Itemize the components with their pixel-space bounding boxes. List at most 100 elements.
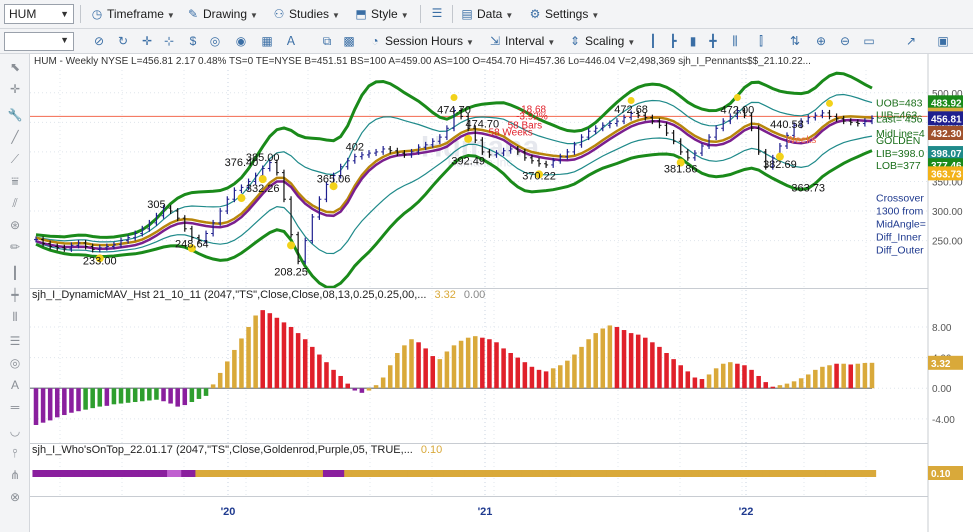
histogram-y-tick-label: 0.00 [932, 384, 952, 395]
strip-segment [457, 470, 466, 477]
x-tick-label: '22 [739, 506, 754, 518]
histogram-bar [784, 383, 790, 389]
histogram-pane-header: sjh_I_DynamicMAV_Hst 21_10_11 (2047,"TS"… [32, 289, 485, 301]
strip-segment [89, 470, 97, 477]
price-label: 392.49 [451, 155, 485, 167]
strip-segment [223, 470, 232, 477]
histogram-bar [600, 328, 606, 389]
price-label: 208.25 [274, 266, 308, 278]
strip-segment [641, 470, 650, 477]
histogram-bar [97, 388, 103, 407]
histogram-bar [508, 353, 513, 389]
histogram-bar [210, 384, 216, 389]
strip-segment [82, 470, 90, 477]
price-label: 472.68 [614, 104, 648, 116]
band-label: GOLDEN [876, 135, 920, 147]
strip-pane [32, 470, 877, 477]
strip-segment [60, 470, 69, 477]
chart-canvas[interactable]: HumanaHumana Inc '20'21'22250.00300.0035… [0, 0, 973, 532]
strip-segment [379, 470, 388, 477]
strip-segment [620, 470, 629, 477]
histogram-bar [805, 374, 811, 389]
histogram-bar [260, 310, 265, 389]
histogram-y-tick-label: -4.00 [932, 415, 955, 426]
histogram-bar [147, 388, 152, 401]
histogram-bar [104, 388, 110, 406]
histogram-bar [763, 382, 768, 389]
strip-segment [507, 470, 515, 477]
price-label: 332.26 [246, 183, 280, 195]
price-pane-header: HUM - Weekly NYSE L=456.81 2.17 0.48% TS… [34, 56, 811, 67]
histogram-bar [813, 369, 818, 389]
strip-segment [592, 470, 600, 477]
histogram-bar [203, 388, 209, 396]
histogram-bar [749, 369, 754, 389]
histogram-bar [586, 339, 591, 389]
strip-segment [266, 470, 274, 477]
histogram-bar [451, 345, 457, 389]
histogram-bar [196, 388, 202, 399]
histogram-bar [310, 346, 315, 389]
band-label: LIB=398.0 [876, 148, 924, 160]
strip-segment [131, 470, 140, 477]
price-label: 381.86 [664, 164, 698, 176]
strip-segment [436, 470, 444, 477]
histogram-bar [54, 388, 60, 418]
histogram-bar [239, 338, 244, 389]
crossover-text: MidAngle= [876, 219, 926, 231]
price-label: 440.58 [770, 119, 804, 131]
value-tag-text: 363.73 [931, 169, 962, 180]
strip-segment [195, 470, 204, 477]
histogram-bar [515, 357, 521, 389]
pennant-annotation: 58 Weeks [489, 127, 533, 138]
strip-segment [528, 470, 537, 477]
histogram-bar [550, 368, 556, 389]
price-label: 370.22 [522, 171, 556, 183]
strip-segment [415, 470, 423, 477]
histogram-bar [572, 354, 577, 389]
strip-segment [804, 470, 813, 477]
histogram-bar [706, 374, 712, 389]
strip-segment [634, 470, 643, 477]
histogram-bar [472, 336, 478, 389]
price-label: 474.70 [437, 105, 471, 117]
price-label: 382.69 [763, 159, 797, 171]
histogram-bar [274, 317, 280, 389]
histogram-bar [621, 330, 627, 389]
histogram-bar [402, 345, 407, 389]
strip-segment [259, 470, 267, 477]
histogram-bar [565, 360, 570, 389]
histogram-bar [90, 388, 95, 409]
strip-header-text: sjh_I_Who'sOnTop_22.01.17 (2047,"TS",Clo… [32, 444, 413, 456]
strip-segment [422, 470, 430, 477]
histogram-bar [728, 362, 733, 389]
value-tag-text: 456.81 [931, 114, 962, 125]
histogram-bar [189, 388, 195, 403]
strip-segment [854, 470, 862, 477]
y-tick-label: 300.00 [932, 207, 963, 218]
strip-segment [811, 470, 820, 477]
strip-segment [514, 470, 522, 477]
strip-segment [372, 470, 381, 477]
price-label: 363.73 [791, 182, 825, 194]
crossover-text: Crossover [876, 193, 924, 205]
histogram-bar [359, 388, 365, 393]
histogram-second-value: 0.00 [464, 289, 485, 301]
strip-segment [280, 470, 289, 477]
strip-segment [556, 470, 565, 477]
histogram-bar [770, 386, 776, 389]
histogram-bar [387, 365, 393, 389]
strip-segment [216, 470, 225, 477]
strip-segment [712, 470, 721, 477]
strip-segment [684, 470, 692, 477]
strip-segment [46, 470, 55, 477]
strip-segment [776, 470, 785, 477]
histogram-bar [175, 388, 180, 407]
histogram-bar [593, 333, 598, 389]
strip-segment [67, 470, 76, 477]
strip-segment [145, 470, 154, 477]
histogram-bar [430, 356, 436, 389]
strip-segment [351, 470, 359, 477]
strip-segment [478, 470, 487, 477]
histogram-bar [69, 388, 74, 413]
